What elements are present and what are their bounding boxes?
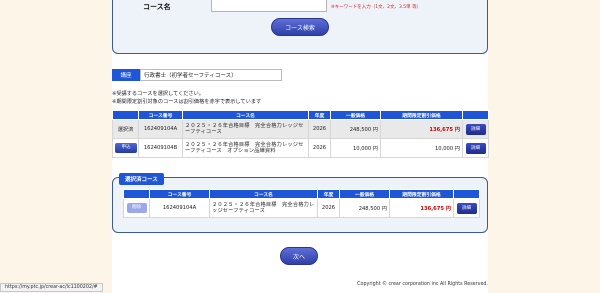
course-name: ２０２５・２６年合格目標 完全合格力レッジセーフティコース [209,198,318,218]
course-name-input[interactable] [211,0,327,12]
selected-courses-heading: 選択済コース [119,173,164,185]
course-price: 248,500 円 [330,119,381,139]
remove-button[interactable]: 削除 [126,203,147,213]
row-detail: 詳細 [462,138,489,158]
header-course-number: コース番号 [149,189,210,199]
table-row: 削除 162409104A ２０２５・２６年合格目標 完全合格力レッジセーフティ… [123,198,480,218]
note-select-course: ※受講するコースを選択してください。 [112,91,204,97]
status-bar-url: https://my.ptc.jp/crear-ac/lc1100202/# [0,283,103,292]
table-row: 申込 162409104B ２０２５・２６年合格目標 完全合格力レッジセーフティ… [112,138,489,158]
header-discount-price: 期間限定割引価格 [389,189,454,199]
header-year: 年度 [308,110,331,120]
course-search-button[interactable]: コース検索 [271,18,329,36]
course-price: 10,000 円 [330,138,381,158]
selected-courses-panel: 選択済コース コース番号 コース名 年度 一般価格 期間限定割引価格 削除 16… [112,173,488,233]
page-content: コース名 ※キーワードを入力（1文、2文、3.5単 等） コース検索 講座 行政… [112,0,489,293]
notes: ※受講するコースを選択してください。 ※期間限定割引対象のコースは割引価格を赤字… [112,91,261,106]
course-number: 162409104A [149,198,210,218]
next-button[interactable]: 次へ [280,247,318,265]
row-status: 選択済 [112,119,139,139]
category-value: 行政書士（初学者セーフティコース） [140,69,282,81]
course-year: 2026 [308,138,331,158]
course-discount-price: 136,675 円 [389,198,454,218]
course-discount-price: 10,000 円 [380,138,463,158]
header-remove [123,189,150,199]
header-course-number: コース番号 [138,110,183,120]
header-status [112,110,139,120]
course-name: ２０２５・２６年合格目標 完全合格力レッジセーフティコース オプション品練資料 [182,138,309,158]
row-remove: 削除 [123,198,150,218]
copyright: Copyright © crear corporation inc All Ri… [357,282,488,287]
course-number: 162409104A [138,119,183,139]
header-detail [453,189,480,199]
search-panel: コース名 ※キーワードを入力（1文、2文、3.5単 等） コース検索 [112,0,488,54]
category-label: 講座 [112,69,140,81]
header-course-name: コース名 [209,189,318,199]
course-year: 2026 [317,198,340,218]
table-header-row: コース番号 コース名 年度 一般価格 期間限定割引価格 [123,189,480,199]
course-number: 162409104B [138,138,183,158]
header-detail [462,110,489,120]
header-year: 年度 [317,189,340,199]
detail-button[interactable]: 詳細 [456,202,477,214]
input-note: ※キーワードを入力（1文、2文、3.5単 等） [331,5,422,10]
course-table: コース番号 コース名 年度 一般価格 期間限定割引価格 選択済 16240910… [112,110,489,158]
course-name-label: コース名 [143,3,171,11]
header-price: 一般価格 [330,110,381,120]
course-name: ２０２５・２６年合格目標 完全合格力レッジセーフティコース [182,119,309,139]
row-detail: 詳細 [453,198,480,218]
course-price: 248,500 円 [339,198,390,218]
course-year: 2026 [308,119,331,139]
row-status: 申込 [112,138,139,158]
header-price: 一般価格 [339,189,390,199]
selected-courses-table: コース番号 コース名 年度 一般価格 期間限定割引価格 削除 162409104… [123,189,480,218]
apply-button[interactable]: 申込 [115,143,137,153]
row-detail: 詳細 [462,119,489,139]
detail-button[interactable]: 詳細 [465,123,486,135]
header-discount-price: 期間限定割引価格 [380,110,463,120]
category-row: 講座 行政書士（初学者セーフティコース） [112,69,282,81]
course-discount-price: 136,675 円 [380,119,463,139]
table-row: 選択済 162409104A ２０２５・２６年合格目標 完全合格力レッジセーフテ… [112,119,489,139]
note-discount: ※期間限定割引対象のコースは割引価格を赤字で表示しています [112,98,262,105]
detail-button[interactable]: 詳細 [465,142,486,154]
header-course-name: コース名 [182,110,309,120]
table-header-row: コース番号 コース名 年度 一般価格 期間限定割引価格 [112,110,489,120]
selected-status-label: 選択済 [117,126,134,133]
